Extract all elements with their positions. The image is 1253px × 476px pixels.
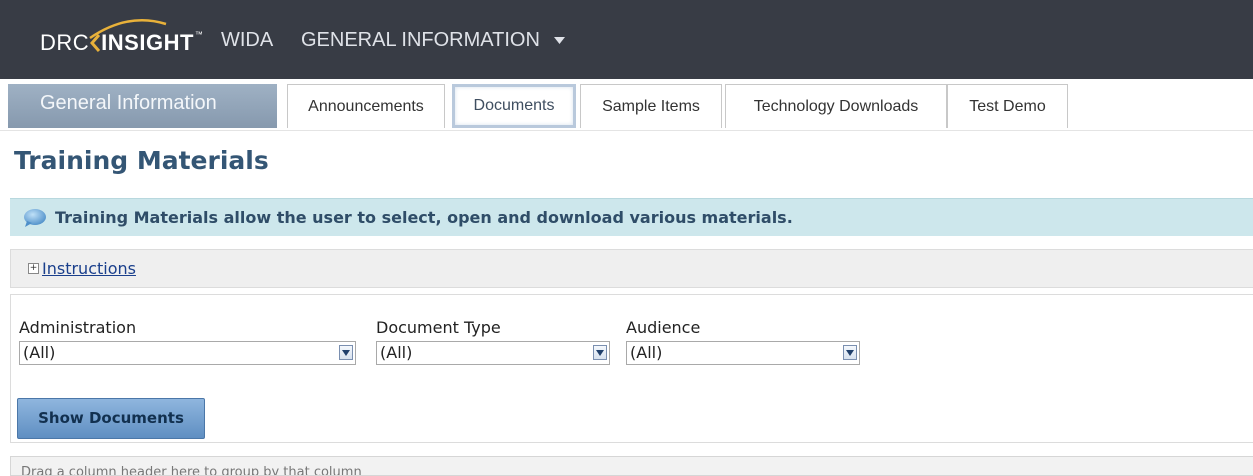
audience-select[interactable]: (All) — [626, 341, 860, 365]
group-by-hint: Drag a column header here to group by th… — [21, 465, 362, 476]
product-label[interactable]: WIDA — [221, 29, 273, 52]
info-banner: Training Materials allow the user to sel… — [10, 198, 1253, 236]
top-navigation-bar: DRC INSIGHT ™ WIDA GENERAL INFORMATION — [0, 0, 1253, 79]
expand-plus-icon[interactable]: + — [28, 263, 39, 274]
tab-test-demo[interactable]: Test Demo — [947, 84, 1068, 128]
document-type-select-value: (All) — [380, 343, 413, 362]
filter-panel: Administration (All) Document Type (All)… — [10, 294, 1253, 443]
instructions-link[interactable]: Instructions — [42, 259, 136, 278]
administration-select-value: (All) — [23, 343, 56, 362]
tab-documents[interactable]: Documents — [452, 84, 576, 128]
dropdown-arrow-icon[interactable] — [339, 345, 353, 360]
tab-announcements[interactable]: Announcements — [287, 84, 445, 128]
group-by-drop-area[interactable]: Drag a column header here to group by th… — [10, 456, 1253, 476]
document-type-label: Document Type — [376, 318, 501, 337]
audience-select-value: (All) — [630, 343, 663, 362]
tab-strip: General Information Announcements Docume… — [0, 81, 1253, 131]
logo-arc-icon — [89, 18, 167, 40]
audience-label: Audience — [626, 318, 701, 337]
speech-bubble-icon — [23, 208, 47, 228]
show-documents-button[interactable]: Show Documents — [17, 398, 205, 439]
caret-down-icon — [553, 37, 565, 44]
dropdown-arrow-icon[interactable] — [843, 345, 857, 360]
section-label: General Information — [8, 84, 277, 128]
general-information-menu[interactable]: GENERAL INFORMATION — [301, 29, 565, 52]
tab-sample-items[interactable]: Sample Items — [580, 84, 722, 128]
tab-technology-downloads[interactable]: Technology Downloads — [725, 84, 947, 128]
drc-insight-logo[interactable]: DRC INSIGHT ™ — [40, 18, 203, 58]
general-information-menu-label: GENERAL INFORMATION — [301, 29, 540, 51]
administration-select[interactable]: (All) — [19, 341, 356, 365]
info-banner-text: Training Materials allow the user to sel… — [55, 208, 793, 227]
document-type-select[interactable]: (All) — [376, 341, 610, 365]
page-title: Training Materials — [14, 146, 269, 175]
administration-label: Administration — [19, 318, 137, 337]
instructions-bar: + Instructions — [10, 249, 1253, 288]
dropdown-arrow-icon[interactable] — [593, 345, 607, 360]
logo-trademark: ™ — [194, 29, 203, 39]
logo-drc-text: DRC — [40, 30, 90, 55]
